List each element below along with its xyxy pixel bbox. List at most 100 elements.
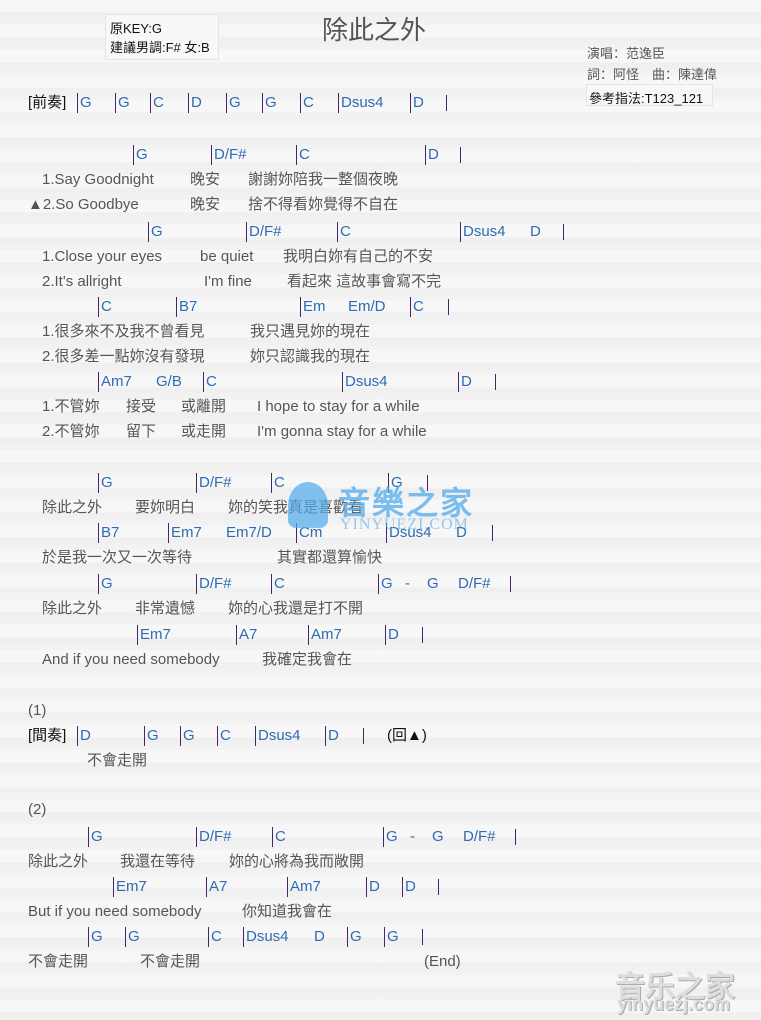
sheet-line: Am7 G/B C Dsus4 D bbox=[0, 372, 761, 392]
sheet-line: Em7 A7 Am7 D D bbox=[0, 877, 761, 897]
lyric-text: But if you need somebody bbox=[28, 903, 202, 920]
sheet-line: 不會走開 bbox=[0, 751, 761, 771]
chord: D bbox=[188, 93, 202, 113]
sheet-line: G D/F# C D bbox=[0, 145, 761, 165]
chord: D/F# bbox=[196, 827, 232, 847]
chord: B7 bbox=[176, 297, 197, 317]
sheet-line: G D/F# C G - G D/F# bbox=[0, 574, 761, 594]
watermark-house-icon bbox=[288, 482, 328, 528]
chord: G bbox=[148, 222, 163, 242]
chord: G bbox=[115, 93, 130, 113]
chord: D/F# bbox=[463, 828, 496, 845]
chord: G bbox=[384, 927, 399, 947]
sheet-line: 2.不管妳 留下 或走開 I'm gonna stay for a while bbox=[0, 422, 761, 442]
lyric-text: 2.It's allright bbox=[42, 273, 122, 290]
lyric-text: (End) bbox=[424, 953, 461, 970]
original-key: 原KEY:G bbox=[110, 21, 163, 36]
lyric-text: 於是我一次又一次等待 bbox=[42, 549, 193, 566]
chord: - bbox=[410, 828, 415, 845]
sheet-line: But if you need somebody 你知道我會在 bbox=[0, 902, 761, 922]
sheet-line: 1.Say Goodnight 晚安 謝謝妳陪我一整個夜晚 bbox=[0, 170, 761, 190]
chord: - bbox=[405, 575, 410, 592]
bar-line bbox=[448, 299, 449, 315]
chord: C bbox=[272, 827, 286, 847]
chord: G bbox=[427, 575, 439, 592]
lyric-text: 1.不管妳 bbox=[42, 398, 100, 415]
corner-watermark-url: yinyuezj.com bbox=[617, 994, 731, 1014]
chord: C bbox=[410, 297, 424, 317]
sheet-line: 2.很多差一點妳沒有發現 妳只認識我的現在 bbox=[0, 347, 761, 367]
lyric-text: 我還在等待 bbox=[120, 853, 196, 870]
lyric-text: 除此之外 bbox=[42, 499, 103, 516]
chord: D/F# bbox=[196, 574, 232, 594]
chord: C bbox=[296, 145, 310, 165]
section-label: (回▲) bbox=[387, 727, 427, 744]
bar-line bbox=[460, 147, 461, 163]
chord: D bbox=[425, 145, 439, 165]
chord: G bbox=[262, 93, 277, 113]
sheet-line: Em7 A7 Am7 D bbox=[0, 625, 761, 645]
lyric-text: 2.很多差一點妳沒有發現 bbox=[42, 348, 205, 365]
chord: C bbox=[208, 927, 222, 947]
bar-line bbox=[563, 224, 564, 240]
lyric-text: 要妳明白 bbox=[135, 499, 196, 516]
lyric-text: 晚安 bbox=[190, 196, 221, 213]
lyric-text: 1.Say Goodnight bbox=[42, 171, 154, 188]
chord: G bbox=[98, 574, 113, 594]
chord: Em7 bbox=[168, 523, 202, 543]
sheet-line: [間奏] D G G C Dsus4 D (回▲) bbox=[0, 726, 761, 746]
chord: G bbox=[77, 93, 92, 113]
chord: Dsus4 bbox=[243, 927, 289, 947]
lyric-text: (2) bbox=[28, 801, 47, 818]
chord: D bbox=[325, 726, 339, 746]
chord: D bbox=[366, 877, 380, 897]
sheet-line: 1.不管妳 接受 或離開 I hope to stay for a while bbox=[0, 397, 761, 417]
lyric-text: 留下 bbox=[126, 423, 157, 440]
lyric-text: 我確定我會在 bbox=[262, 651, 353, 668]
sheet-line: 2.It's allright I'm fine 看起來 這故事會寫不完 bbox=[0, 272, 761, 292]
lyric-text: 謝謝妳陪我一整個夜晚 bbox=[248, 171, 399, 188]
chord: Dsus4 bbox=[342, 372, 388, 392]
sheet-line: G D/F# C Dsus4 D bbox=[0, 222, 761, 242]
chord: G bbox=[133, 145, 148, 165]
chord: G bbox=[88, 827, 103, 847]
writer-credit: 詞：阿怪 曲：陳達偉 bbox=[587, 67, 718, 82]
bar-line bbox=[515, 829, 516, 845]
chord: D bbox=[530, 223, 541, 240]
chord: C bbox=[150, 93, 164, 113]
lyric-text: 晚安 bbox=[190, 171, 221, 188]
sheet-line: 除此之外 非常遺憾 妳的心我還是打不開 bbox=[0, 599, 761, 619]
lyric-text: 妳的心我還是打不開 bbox=[228, 600, 364, 617]
lyric-text: 我只遇見妳的現在 bbox=[250, 323, 371, 340]
lyric-text: 捨不得看妳覺得不自在 bbox=[248, 196, 399, 213]
chord: C bbox=[337, 222, 351, 242]
bar-line bbox=[422, 627, 423, 643]
chord: A7 bbox=[206, 877, 227, 897]
lyric-text: 其實都還算愉快 bbox=[277, 549, 383, 566]
chord: Dsus4 bbox=[255, 726, 301, 746]
lyric-text: 不會走開 bbox=[28, 953, 89, 970]
lyric-text: ▲2.So Goodbye bbox=[28, 196, 139, 213]
chord: Dsus4 bbox=[460, 222, 506, 242]
sheet-line: 除此之外 我還在等待 妳的心將為我而敞開 bbox=[0, 852, 761, 872]
chord: Dsus4 bbox=[338, 93, 384, 113]
section-label: [前奏] bbox=[28, 94, 67, 111]
chord: D bbox=[385, 625, 399, 645]
lyric-text: 不會走開 bbox=[140, 953, 201, 970]
chord: Em/D bbox=[348, 298, 386, 315]
sheet-line: 於是我一次又一次等待 其實都還算愉快 bbox=[0, 548, 761, 568]
suggested-key: 建議男調:F# 女:B bbox=[110, 40, 210, 55]
chord: C bbox=[203, 372, 217, 392]
lyric-text: 妳的心將為我而敞開 bbox=[229, 853, 365, 870]
chord: G bbox=[88, 927, 103, 947]
chord: Em bbox=[300, 297, 326, 317]
chord: G bbox=[180, 726, 195, 746]
chord: G bbox=[144, 726, 159, 746]
chord: G/B bbox=[156, 373, 182, 390]
chord: Am7 bbox=[308, 625, 342, 645]
chord: D/F# bbox=[458, 575, 491, 592]
sheet-line: G D/F# C G - G D/F# bbox=[0, 827, 761, 847]
chord: Em7 bbox=[113, 877, 147, 897]
chord: D bbox=[402, 877, 416, 897]
chord: G bbox=[98, 473, 113, 493]
